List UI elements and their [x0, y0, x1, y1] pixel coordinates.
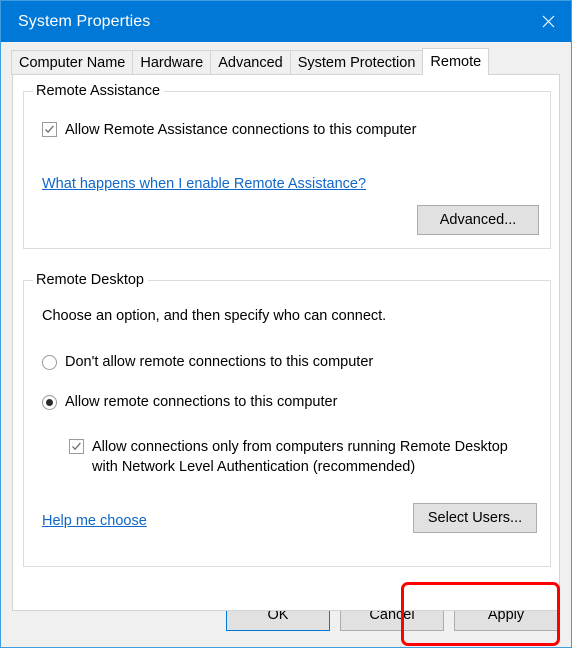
tab-remote[interactable]: Remote: [422, 48, 490, 75]
remote-assistance-group-label: Remote Assistance: [33, 83, 165, 99]
tab-computer-name[interactable]: Computer Name: [11, 50, 134, 75]
checkbox-check-icon: [69, 439, 84, 454]
close-icon[interactable]: [525, 1, 571, 42]
tab-hardware[interactable]: Hardware: [132, 50, 212, 75]
radio-allow-remote-connections[interactable]: Allow remote connections to this compute…: [42, 394, 337, 410]
nla-label: Allow connections only from computers ru…: [92, 437, 508, 477]
remote-assistance-help-link[interactable]: What happens when I enable Remote Assist…: [42, 176, 366, 192]
system-properties-window: System Properties Computer Name Hardware…: [0, 0, 572, 648]
allow-remote-assistance-checkbox[interactable]: Allow Remote Assistance connections to t…: [42, 120, 416, 140]
tab-system-protection[interactable]: System Protection: [289, 50, 424, 75]
nla-label-line1: Allow connections only from computers ru…: [92, 439, 508, 455]
remote-desktop-instruction: Choose an option, and then specify who c…: [42, 308, 387, 324]
window-title: System Properties: [18, 12, 151, 30]
tab-content-panel: Remote Assistance Allow Remote Assistanc…: [12, 74, 560, 646]
advanced-button[interactable]: Advanced...: [417, 205, 539, 235]
radio-dont-allow-label: Don't allow remote connections to this c…: [65, 354, 374, 370]
checkbox-check-icon: [42, 122, 57, 137]
title-bar: System Properties: [1, 1, 571, 42]
select-users-button[interactable]: Select Users...: [413, 503, 537, 533]
tab-strip: Computer Name Hardware Advanced System P…: [1, 48, 571, 75]
radio-allow-label: Allow remote connections to this compute…: [65, 394, 338, 410]
allow-remote-assistance-label: Allow Remote Assistance connections to t…: [65, 122, 417, 138]
remote-desktop-group: Remote Desktop Choose an option, and the…: [23, 272, 551, 567]
network-level-authentication-checkbox[interactable]: Allow connections only from computers ru…: [69, 437, 529, 477]
remote-assistance-group: Remote Assistance Allow Remote Assistanc…: [23, 83, 551, 249]
tab-advanced[interactable]: Advanced: [210, 50, 291, 75]
remote-desktop-group-label: Remote Desktop: [33, 272, 148, 288]
nla-label-line2: with Network Level Authentication (recom…: [92, 459, 416, 475]
radio-circle-icon: [42, 354, 57, 370]
help-me-choose-link[interactable]: Help me choose: [42, 513, 147, 529]
radio-circle-selected-icon: [42, 394, 57, 410]
radio-dont-allow-remote-connections[interactable]: Don't allow remote connections to this c…: [42, 354, 373, 370]
